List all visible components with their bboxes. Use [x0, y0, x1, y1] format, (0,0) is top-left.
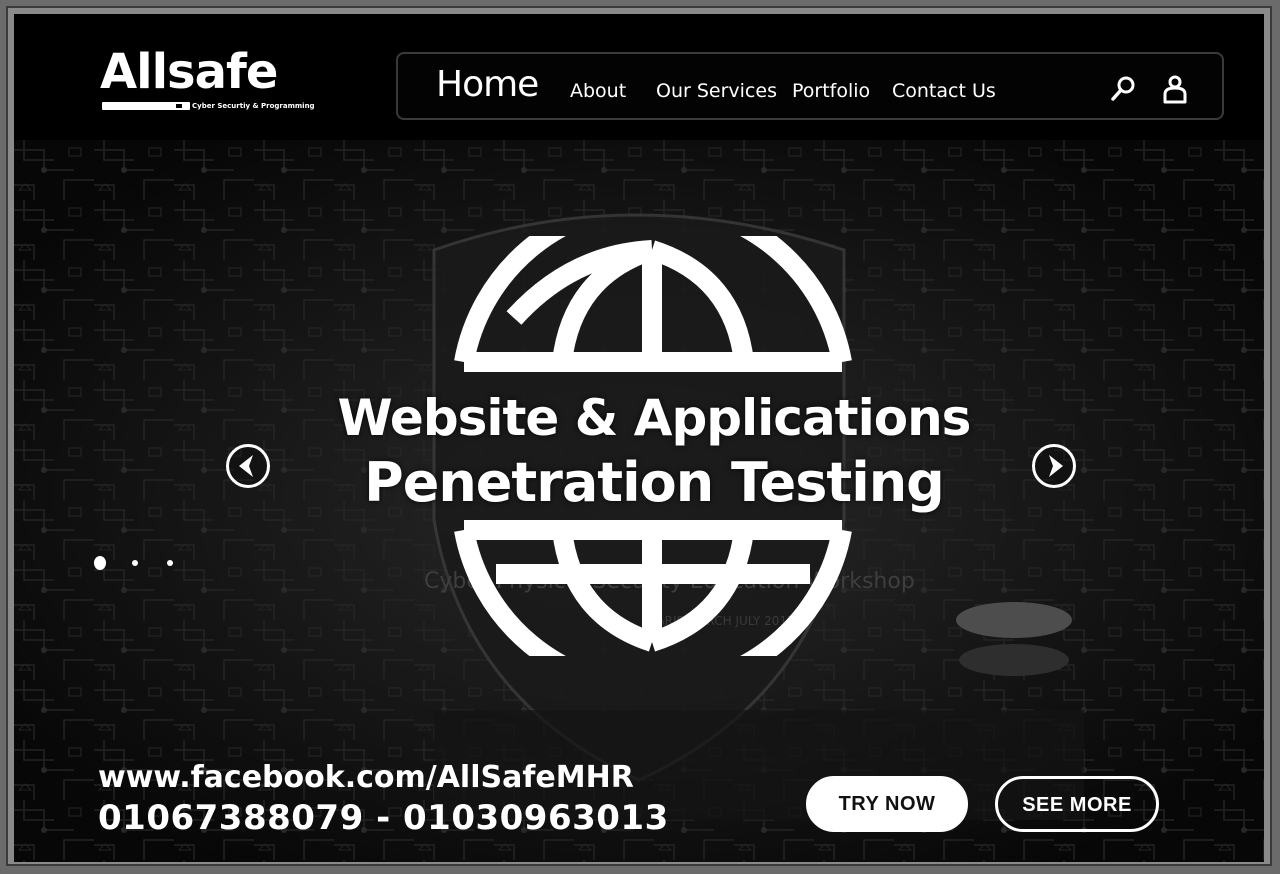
facebook-url: www.facebook.com/AllSafeMHR: [98, 760, 634, 795]
slider-dot-2[interactable]: [132, 560, 138, 566]
logo-underline-notch: [176, 104, 182, 108]
see-more-button[interactable]: SEE MORE: [995, 776, 1159, 832]
user-icon[interactable]: [1160, 74, 1190, 104]
slider-next-button[interactable]: [1032, 444, 1076, 488]
main-navigation: Home About Our Services Portfolio Contac…: [396, 52, 1224, 120]
nav-item-contact-us[interactable]: Contact Us: [892, 80, 996, 102]
nav-item-about[interactable]: About: [570, 80, 626, 102]
chevron-right-icon: [1049, 455, 1063, 477]
website-page: Allsafe Cyber Securtiy & Programming Hom…: [14, 14, 1264, 862]
slider-dot-1-active[interactable]: [94, 556, 106, 570]
search-icon[interactable]: [1108, 74, 1138, 104]
nav-item-home[interactable]: Home: [436, 64, 539, 105]
slider-prev-button[interactable]: [226, 444, 270, 488]
try-now-button[interactable]: TRY NOW: [806, 776, 968, 832]
brand-logo[interactable]: Allsafe Cyber Securtiy & Programming: [100, 44, 320, 116]
brand-name: Allsafe: [100, 44, 278, 100]
hero-headline-line-1: Website & Applications: [337, 389, 972, 447]
brand-tagline: Cyber Securtiy & Programming: [192, 102, 315, 110]
hero-headline-line-2: Penetration Testing: [364, 451, 945, 514]
site-header: Allsafe Cyber Securtiy & Programming Hom…: [14, 14, 1264, 140]
phone-numbers: 01067388079 - 01030963013: [98, 798, 669, 838]
nav-item-our-services[interactable]: Our Services: [656, 80, 777, 102]
nav-item-portfolio[interactable]: Portfolio: [792, 80, 870, 102]
chevron-left-icon: [239, 455, 253, 477]
hero-slider: Cyber Physical Security Education Worksh…: [14, 140, 1264, 862]
slider-dot-3[interactable]: [167, 560, 173, 566]
